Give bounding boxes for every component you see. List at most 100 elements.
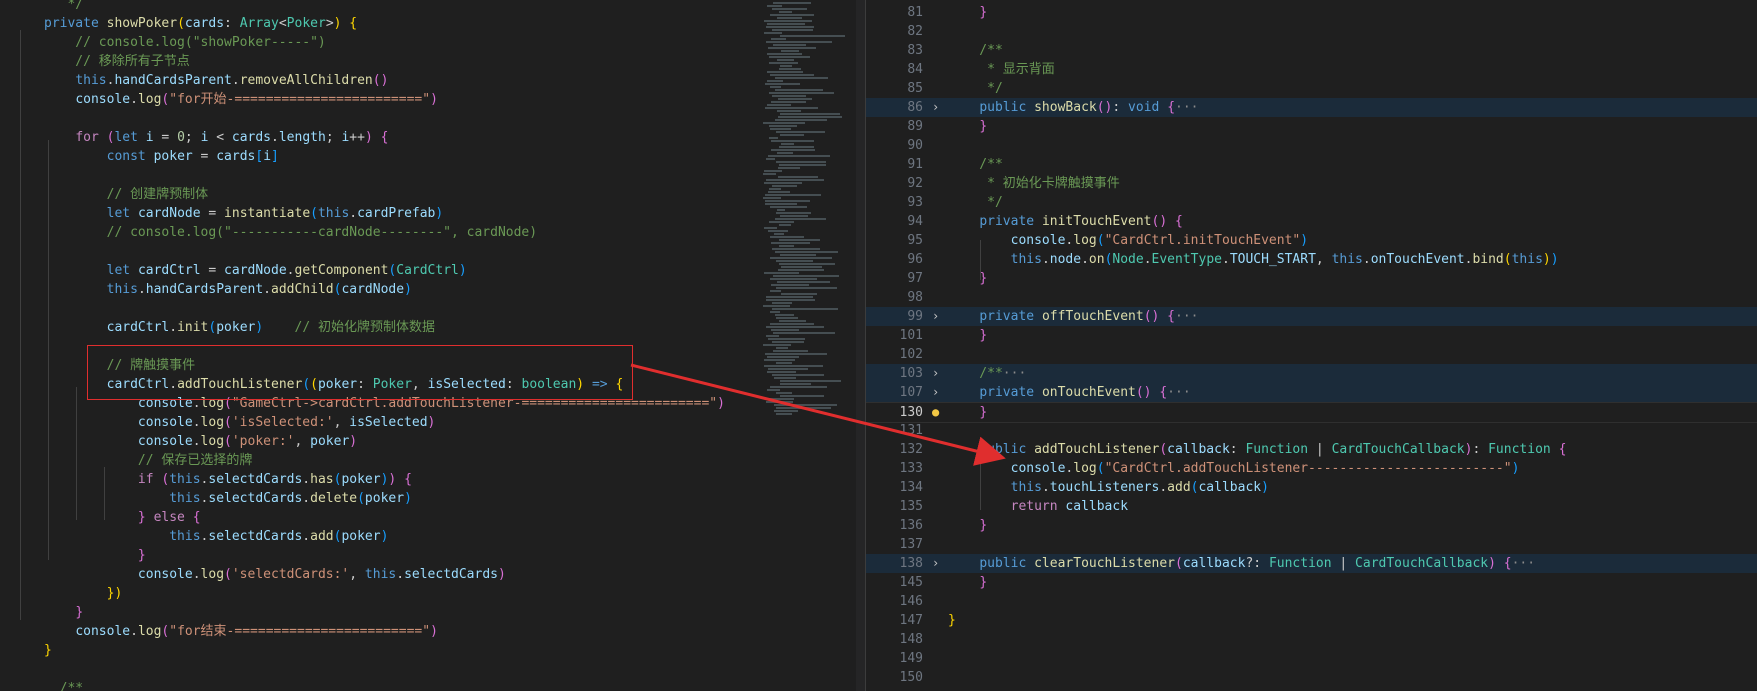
code-line[interactable]: 138 › public clearTouchListener(callback?… — [866, 554, 1757, 573]
code-line[interactable]: 98 — [866, 288, 1757, 307]
code-line[interactable]: if (this.selectdCards.has(poker)) { — [0, 470, 865, 489]
code-token: public — [979, 442, 1027, 457]
minimap-line — [767, 23, 806, 25]
code-line[interactable]: console.log("GameCtrl->cardCtrl.addTouch… — [0, 394, 865, 413]
code-token: cardCtrl — [106, 320, 170, 335]
code-line[interactable]: 101 } — [866, 326, 1757, 345]
code-line[interactable]: 86 › public showBack(): void {··· — [866, 98, 1757, 117]
code-line[interactable]: } — [0, 641, 865, 660]
code-line[interactable]: 92 * 初始化卡牌触摸事件 — [866, 174, 1757, 193]
code-line[interactable]: }) — [0, 584, 865, 603]
left-editor-pane[interactable]: */private showPoker(cards: Array<Poker>)… — [0, 0, 865, 691]
code-line[interactable]: } else { — [0, 508, 865, 527]
code-line[interactable]: console.log("for开始-=====================… — [0, 90, 865, 109]
code-line[interactable]: 131 — [866, 421, 1757, 440]
code-line[interactable] — [0, 337, 865, 356]
code-line[interactable]: 82 — [866, 22, 1757, 41]
code-line[interactable]: 94 private initTouchEvent() { — [866, 212, 1757, 231]
code-line[interactable]: 95 console.log("CardCtrl.initTouchEvent"… — [866, 231, 1757, 250]
code-line[interactable]: 148 — [866, 630, 1757, 649]
code-line[interactable]: console.log('poker:', poker) — [0, 432, 865, 451]
code-line[interactable]: // 移除所有子节点 — [0, 52, 865, 71]
code-line[interactable]: 147} — [866, 611, 1757, 630]
code-line[interactable]: const poker = cards[i] — [0, 147, 865, 166]
code-line[interactable]: // console.log("showPoker-----") — [0, 33, 865, 52]
code-line[interactable]: /** — [0, 679, 865, 691]
code-line[interactable]: let cardCtrl = cardNode.getComponent(Car… — [0, 261, 865, 280]
minimap-line — [767, 53, 802, 55]
code-line[interactable]: // console.log("-----------cardNode-----… — [0, 223, 865, 242]
code-line[interactable]: 130 ● } — [866, 402, 1757, 423]
left-minimap[interactable] — [763, 0, 863, 691]
code-line[interactable] — [0, 109, 865, 128]
code-line[interactable]: 132 public addTouchListener(callback: Fu… — [866, 440, 1757, 459]
code-line[interactable]: 107 › private onTouchEvent() {··· — [866, 383, 1757, 402]
code-line[interactable]: 99 › private offTouchEvent() {··· — [866, 307, 1757, 326]
code-line[interactable]: 97 } — [866, 269, 1757, 288]
code-token: callback — [1065, 499, 1129, 514]
code-line[interactable]: cardCtrl.addTouchListener((poker: Poker,… — [0, 375, 865, 394]
code-line[interactable]: 150 — [866, 668, 1757, 687]
code-line[interactable]: } — [0, 546, 865, 565]
code-line[interactable] — [0, 299, 865, 318]
chevron-right-icon[interactable]: › — [932, 364, 942, 383]
code-line[interactable] — [0, 166, 865, 185]
code-line[interactable] — [0, 660, 865, 679]
code-line[interactable]: 84 * 显示背面 — [866, 60, 1757, 79]
code-line[interactable]: 93 */ — [866, 193, 1757, 212]
code-token: ( — [302, 377, 311, 392]
code-line[interactable]: for (let i = 0; i < cards.length; i++) { — [0, 128, 865, 147]
code-line[interactable]: 85 */ — [866, 79, 1757, 98]
code-line[interactable]: 137 — [866, 535, 1757, 554]
code-line[interactable]: 146 — [866, 592, 1757, 611]
code-line[interactable]: */ — [0, 0, 865, 14]
code-line[interactable]: 89 } — [866, 117, 1757, 136]
code-line[interactable]: 134 this.touchListeners.add(callback) — [866, 478, 1757, 497]
code-line[interactable]: } — [0, 603, 865, 622]
chevron-right-icon[interactable]: › — [932, 307, 942, 326]
right-editor-pane[interactable]: 81 } 82 83 /** 84 * 显示背面 85 */86 › public sho… — [866, 0, 1757, 691]
minimap-line — [780, 395, 824, 397]
code-line[interactable]: 90 — [866, 136, 1757, 155]
code-token: cards — [216, 149, 256, 164]
code-line[interactable]: 149 — [866, 649, 1757, 668]
code-line[interactable]: 83 /** — [866, 41, 1757, 60]
left-vertical-scrollbar[interactable] — [856, 0, 865, 691]
code-line[interactable]: cardCtrl.init(poker) // 初始化牌预制体数据 — [0, 318, 865, 337]
code-token: { — [404, 472, 412, 487]
code-line[interactable]: this.selectdCards.add(poker) — [0, 527, 865, 546]
code-line[interactable]: 103 › /**··· — [866, 364, 1757, 383]
chevron-right-icon[interactable]: › — [932, 554, 942, 573]
code-token: () — [1135, 385, 1152, 400]
code-line[interactable]: console.log("for结束-=====================… — [0, 622, 865, 641]
code-line[interactable]: console.log('selectdCards:', this.select… — [0, 565, 865, 584]
code-line[interactable]: console.log('isSelected:', isSelected) — [0, 413, 865, 432]
chevron-right-icon[interactable]: › — [932, 98, 942, 117]
code-line[interactable]: // 创建牌预制体 — [0, 185, 865, 204]
code-line[interactable]: // 牌触摸事件 — [0, 356, 865, 375]
code-line[interactable]: 136 } — [866, 516, 1757, 535]
code-line[interactable]: 91 /** — [866, 155, 1757, 174]
code-line[interactable]: 135 return callback — [866, 497, 1757, 516]
code-line[interactable]: 81 } — [866, 3, 1757, 22]
code-line[interactable] — [0, 242, 865, 261]
code-line[interactable]: 145 } — [866, 573, 1757, 592]
code-line[interactable]: 102 — [866, 345, 1757, 364]
code-line[interactable]: this.handCardsParent.addChild(cardNode) — [0, 280, 865, 299]
code-token: ) — [427, 415, 436, 430]
code-line[interactable]: 133 console.log("CardCtrl.addTouchListen… — [866, 459, 1757, 478]
chevron-right-icon[interactable]: › — [932, 383, 942, 402]
minimap-line — [767, 71, 804, 73]
code-line[interactable]: private showPoker(cards: Array<Poker>) { — [0, 14, 865, 33]
code-line[interactable]: 96 this.node.on(Node.EventType.TOUCH_STA… — [866, 250, 1757, 269]
minimap-line — [765, 179, 825, 181]
code-line[interactable]: this.handCardsParent.removeAllChildren() — [0, 71, 865, 90]
minimap-line — [778, 224, 792, 226]
code-line[interactable]: this.selectdCards.delete(poker) — [0, 489, 865, 508]
code-token: for — [75, 130, 99, 145]
code-line[interactable]: let cardNode = instantiate(this.cardPref… — [0, 204, 865, 223]
lightbulb-icon[interactable]: ● — [932, 403, 939, 422]
code-line[interactable]: // 保存已选择的牌 — [0, 451, 865, 470]
